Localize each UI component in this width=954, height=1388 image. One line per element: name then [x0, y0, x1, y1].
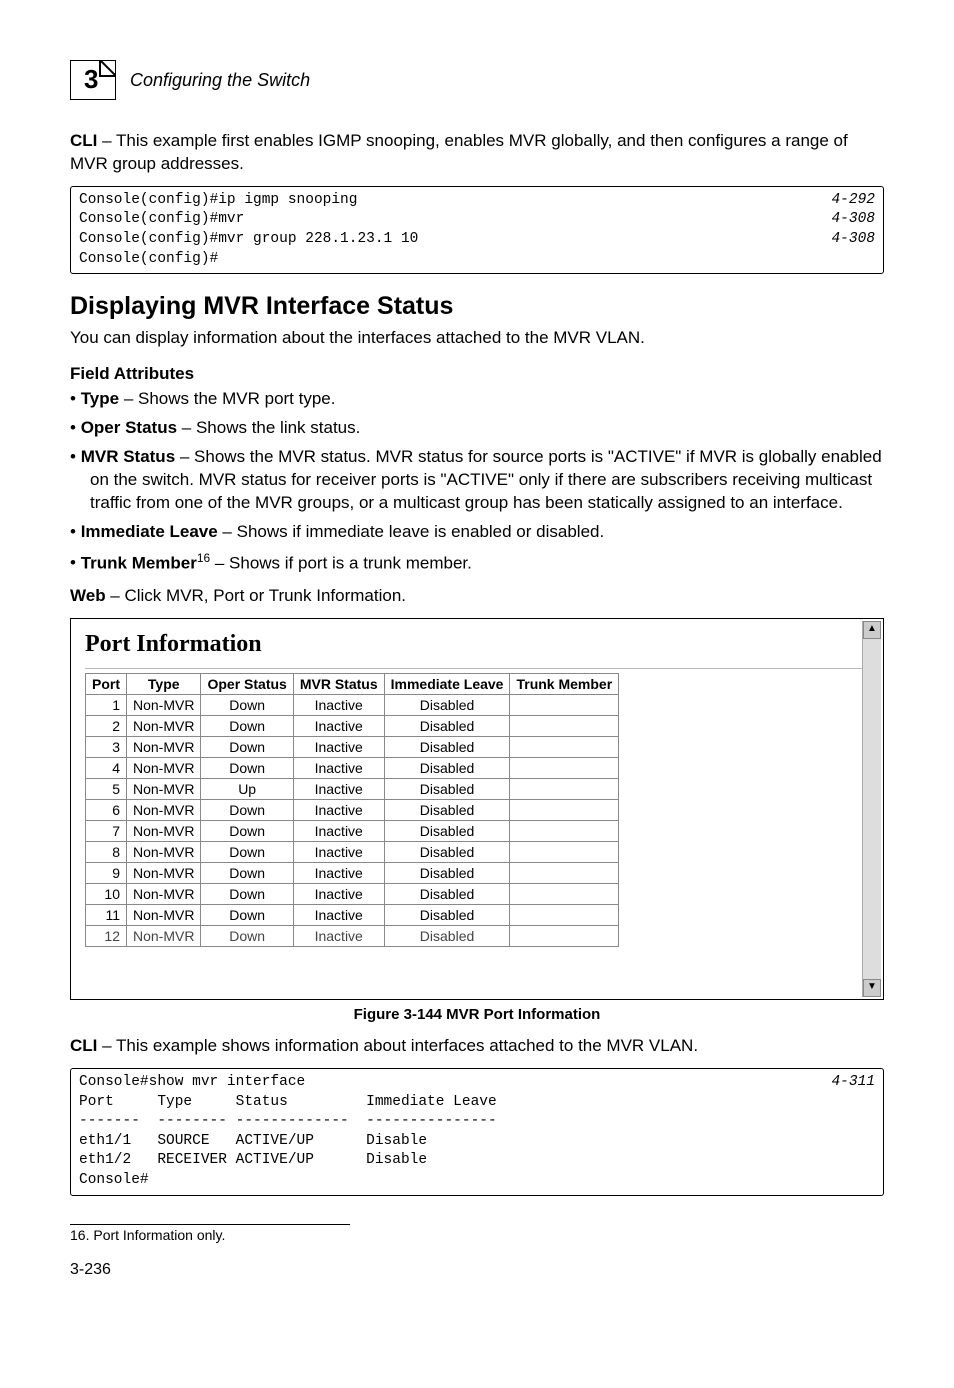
scroll-down-icon[interactable]: ▼ [863, 979, 881, 997]
table-row: 1Non-MVRDownInactiveDisabled [86, 695, 619, 716]
table-row: 8Non-MVRDownInactiveDisabled [86, 842, 619, 863]
table-header-row: PortTypeOper StatusMVR StatusImmediate L… [86, 674, 619, 695]
port-information-table: PortTypeOper StatusMVR StatusImmediate L… [85, 673, 619, 947]
list-item: Oper Status – Shows the link status. [70, 417, 884, 440]
table-row: 3Non-MVRDownInactiveDisabled [86, 737, 619, 758]
list-item: Trunk Member16 – Shows if port is a trun… [70, 550, 884, 576]
table-row: 11Non-MVRDownInactiveDisabled [86, 905, 619, 926]
field-attributes-list: Type – Shows the MVR port type. Oper Stat… [70, 388, 884, 575]
cli-label-1: CLI [70, 131, 97, 150]
table-header-cell: Immediate Leave [384, 674, 510, 695]
table-row: 10Non-MVRDownInactiveDisabled [86, 884, 619, 905]
table-header-cell: Oper Status [201, 674, 293, 695]
footnote-rule [70, 1224, 350, 1225]
port-information-screenshot: Port Information PortTypeOper StatusMVR … [70, 618, 884, 1000]
table-header-cell: MVR Status [293, 674, 384, 695]
code-block-1: Console(config)#ip igmp snooping4-292Con… [70, 186, 884, 274]
table-row: 5Non-MVRUpInactiveDisabled [86, 779, 619, 800]
cli-label-2: CLI [70, 1036, 97, 1055]
code-block-2: Console#show mvr interface4-311Port Type… [70, 1068, 884, 1195]
table-header-cell: Type [127, 674, 201, 695]
chapter-badge: 3 [70, 60, 116, 100]
screenshot-divider [85, 668, 869, 669]
table-header-cell: Trunk Member [510, 674, 619, 695]
section-title: Displaying MVR Interface Status [70, 292, 884, 321]
figure-caption: Figure 3-144 MVR Port Information [70, 1006, 884, 1023]
chapter-number: 3 [84, 64, 98, 95]
table-row: 2Non-MVRDownInactiveDisabled [86, 716, 619, 737]
web-text: – Click MVR, Port or Trunk Information. [106, 586, 406, 605]
field-attributes-heading: Field Attributes [70, 364, 884, 384]
web-label: Web [70, 586, 106, 605]
list-item: MVR Status – Shows the MVR status. MVR s… [70, 446, 884, 515]
page-number: 3-236 [70, 1261, 884, 1279]
scroll-up-icon[interactable]: ▲ [863, 621, 881, 639]
cli-intro-1: CLI – This example first enables IGMP sn… [70, 130, 884, 176]
screenshot-title: Port Information [85, 631, 869, 658]
scroll-track[interactable] [863, 639, 881, 979]
cli-intro-2: CLI – This example shows information abo… [70, 1035, 884, 1058]
web-line: Web – Click MVR, Port or Trunk Informati… [70, 585, 884, 608]
running-title: Configuring the Switch [130, 70, 310, 91]
page-header: 3 Configuring the Switch [70, 60, 884, 100]
list-item: Type – Shows the MVR port type. [70, 388, 884, 411]
section-intro: You can display information about the in… [70, 327, 884, 350]
scrollbar[interactable]: ▲ ▼ [862, 621, 881, 997]
cli-text-2: – This example shows information about i… [97, 1036, 698, 1055]
table-row: 6Non-MVRDownInactiveDisabled [86, 800, 619, 821]
table-header-cell: Port [86, 674, 127, 695]
table-row: 4Non-MVRDownInactiveDisabled [86, 758, 619, 779]
cli-text-1: – This example first enables IGMP snoopi… [70, 131, 848, 173]
table-row: 9Non-MVRDownInactiveDisabled [86, 863, 619, 884]
table-row: 7Non-MVRDownInactiveDisabled [86, 821, 619, 842]
footnote: 16. Port Information only. [70, 1227, 884, 1243]
list-item: Immediate Leave – Shows if immediate lea… [70, 521, 884, 544]
table-row: 12Non-MVRDownInactiveDisabled [86, 926, 619, 947]
